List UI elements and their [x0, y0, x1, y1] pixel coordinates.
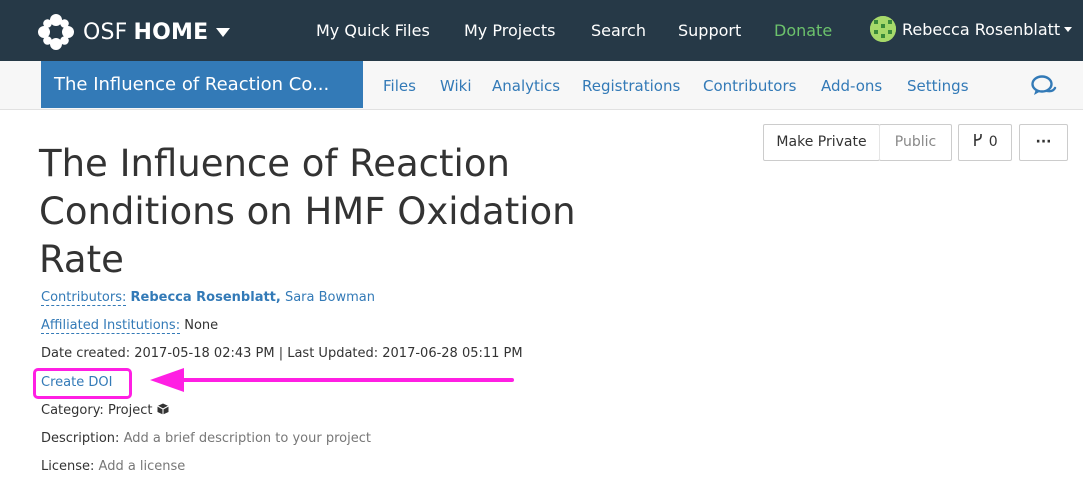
comments-icon[interactable] — [1031, 74, 1057, 102]
license-placeholder[interactable]: Add a license — [99, 459, 186, 474]
project-navbar: The Influence of Reaction Co... Files Wi… — [0, 61, 1083, 110]
tab-wiki[interactable]: Wiki — [440, 77, 472, 95]
brand-osf: OSF — [83, 19, 128, 45]
tab-files[interactable]: Files — [383, 77, 416, 95]
annotation-highlight-box — [33, 368, 132, 399]
tab-contributors[interactable]: Contributors — [703, 77, 796, 95]
brand-home: HOME — [133, 19, 209, 45]
project-title-tab[interactable]: The Influence of Reaction Co... — [41, 61, 363, 108]
osf-logo-icon — [37, 13, 75, 51]
nav-support[interactable]: Support — [678, 21, 741, 40]
license-line: License: Add a license — [41, 459, 185, 474]
caret-down-icon — [1064, 26, 1073, 32]
description-line: Description: Add a brief description to … — [41, 431, 371, 446]
osf-home-menu[interactable]: OSF HOME — [37, 12, 231, 52]
tab-analytics[interactable]: Analytics — [492, 77, 560, 95]
forks-button[interactable]: 0 — [958, 124, 1012, 161]
more-options-button[interactable]: ··· — [1019, 124, 1068, 161]
tab-settings[interactable]: Settings — [907, 77, 969, 95]
fork-icon — [972, 134, 988, 150]
cube-icon — [156, 403, 169, 418]
tab-registrations[interactable]: Registrations — [582, 77, 680, 95]
public-button[interactable]: Public — [879, 124, 952, 161]
description-placeholder[interactable]: Add a brief description to your project — [124, 431, 371, 446]
description-label: Description: — [41, 431, 120, 446]
nav-my-quick-files[interactable]: My Quick Files — [316, 21, 430, 40]
category-label: Category: — [41, 403, 104, 418]
nav-search[interactable]: Search — [591, 21, 646, 40]
contributors-label[interactable]: Contributors: — [41, 290, 127, 306]
caret-down-icon — [216, 27, 231, 37]
dates-line: Date created: 2017-05-18 02:43 PM | Last… — [41, 346, 523, 361]
top-navbar: OSF HOME My Quick Files My Projects Searc… — [0, 0, 1083, 61]
tab-add-ons[interactable]: Add-ons — [821, 77, 882, 95]
avatar — [870, 16, 896, 42]
user-menu[interactable]: Rebecca Rosenblatt — [870, 16, 1073, 42]
license-label: License: — [41, 459, 95, 474]
annotation-arrow-icon — [150, 368, 514, 392]
forks-count: 0 — [988, 134, 998, 150]
contributors-line: Contributors: Rebecca Rosenblatt, Sara B… — [41, 290, 375, 306]
make-private-button[interactable]: Make Private — [763, 124, 880, 161]
contributor-link[interactable]: Rebecca Rosenblatt, — [131, 290, 281, 305]
affiliated-institutions-line: Affiliated Institutions: None — [41, 318, 219, 334]
nav-donate[interactable]: Donate — [774, 21, 832, 40]
affiliated-institutions-label[interactable]: Affiliated Institutions: — [41, 318, 181, 334]
contributor-link[interactable]: Sara Bowman — [285, 290, 375, 305]
user-name: Rebecca Rosenblatt — [902, 19, 1061, 39]
project-title: The Influence of Reaction Conditions on … — [39, 142, 576, 281]
category-line: Category: Project — [41, 403, 169, 418]
nav-my-projects[interactable]: My Projects — [464, 21, 555, 40]
category-value: Project — [107, 403, 153, 418]
affiliated-institutions-value: None — [184, 318, 219, 333]
